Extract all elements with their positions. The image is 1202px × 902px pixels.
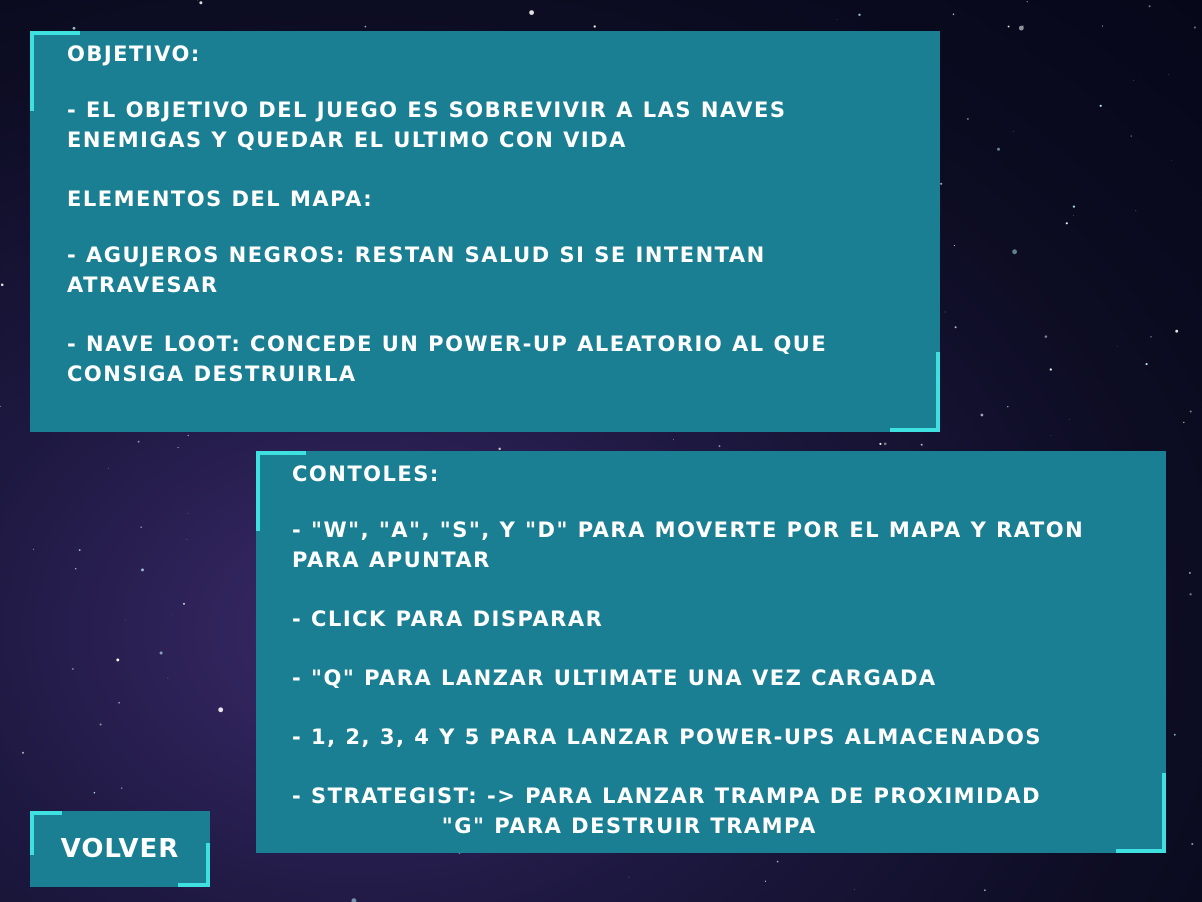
map-elements-heading: ELEMENTOS DEL MAPA: (67, 187, 374, 211)
loot-ship-text: - NAVE LOOT: CONCEDE UN POWER-UP ALEATOR… (67, 332, 828, 386)
button-corner-decoration (178, 843, 210, 887)
panel-corner-decoration (256, 451, 306, 531)
shoot-controls-text: - CLICK PARA DISPARAR (292, 607, 604, 631)
objective-text: - EL OBJETIVO DEL JUEGO ES SOBREVIVIR A … (67, 98, 787, 152)
black-holes-text: - AGUJEROS NEGROS: RESTAN SALUD SI SE IN… (67, 243, 766, 297)
back-button[interactable]: VOLVER (30, 811, 210, 887)
controls-panel: CONTOLES: - "W", "A", "S", Y "D" PARA MO… (256, 451, 1166, 853)
ultimate-controls-text: - "Q" PARA LANZAR ULTIMATE UNA VEZ CARGA… (292, 666, 937, 690)
objective-panel: OBJETIVO: - EL OBJETIVO DEL JUEGO ES SOB… (30, 31, 940, 432)
panel-corner-decoration (30, 31, 80, 111)
objective-heading: OBJETIVO: (67, 42, 201, 66)
back-button-label: VOLVER (60, 834, 180, 864)
button-corner-decoration (30, 811, 62, 855)
powerups-controls-text: - 1, 2, 3, 4 Y 5 PARA LANZAR POWER-UPS A… (292, 725, 1043, 749)
panel-corner-decoration (1116, 773, 1166, 853)
panel-corner-decoration (890, 352, 940, 432)
move-controls-text: - "W", "A", "S", Y "D" PARA MOVERTE POR … (292, 518, 1085, 572)
strategist-controls-text: - STRATEGIST: -> PARA LANZAR TRAMPA DE P… (292, 784, 1041, 838)
controls-heading: CONTOLES: (292, 462, 440, 486)
